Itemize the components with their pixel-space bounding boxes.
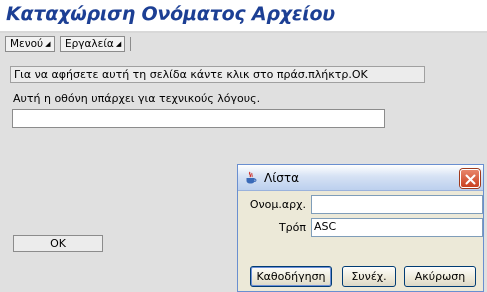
menu-button-tools[interactable]: Εργαλεία ◢ — [60, 36, 126, 52]
mode-label: Τρόπ — [278, 221, 306, 234]
dropdown-arrow-icon: ◢ — [115, 40, 122, 48]
close-icon — [465, 174, 476, 185]
menu-button-menu[interactable]: Μενού ◢ — [5, 36, 55, 52]
page-title: Καταχώριση Ονόματος Αρχείου — [6, 3, 335, 25]
dialog-titlebar[interactable]: Λίστα — [238, 165, 483, 191]
close-button[interactable] — [460, 169, 480, 188]
navigate-button[interactable]: Καθοδήγηση — [250, 266, 332, 287]
cancel-button[interactable]: Ακύρωση — [404, 266, 476, 287]
filename-input[interactable] — [311, 195, 483, 214]
menu-button-tools-label: Εργαλεία — [65, 38, 114, 50]
filename-label: Ονομ.αρχ. — [249, 198, 306, 211]
menu-separator — [130, 37, 131, 51]
main-input-field[interactable] — [12, 109, 385, 128]
page-header: Καταχώριση Ονόματος Αρχείου — [0, 0, 487, 33]
technical-note: Αυτή η οθόνη υπάρχει για τεχνικούς λόγου… — [13, 92, 261, 105]
menu-bar: Μενού ◢ Εργαλεία ◢ — [0, 35, 487, 54]
mode-input[interactable]: ASC — [311, 218, 483, 237]
java-cup-icon — [246, 171, 257, 184]
dialog-title: Λίστα — [264, 171, 300, 185]
continue-button[interactable]: Συνέχ. — [342, 266, 396, 287]
menu-button-menu-label: Μενού — [10, 38, 44, 50]
dropdown-arrow-icon: ◢ — [45, 40, 51, 48]
info-message-box: Για να αφήσετε αυτή τη σελίδα κάντε κλικ… — [10, 66, 425, 83]
list-dialog: Λίστα Ονομ.αρχ. Τρόπ ASC Καθοδήγηση Συνέ… — [237, 164, 484, 292]
ok-button[interactable]: OK — [13, 235, 103, 252]
